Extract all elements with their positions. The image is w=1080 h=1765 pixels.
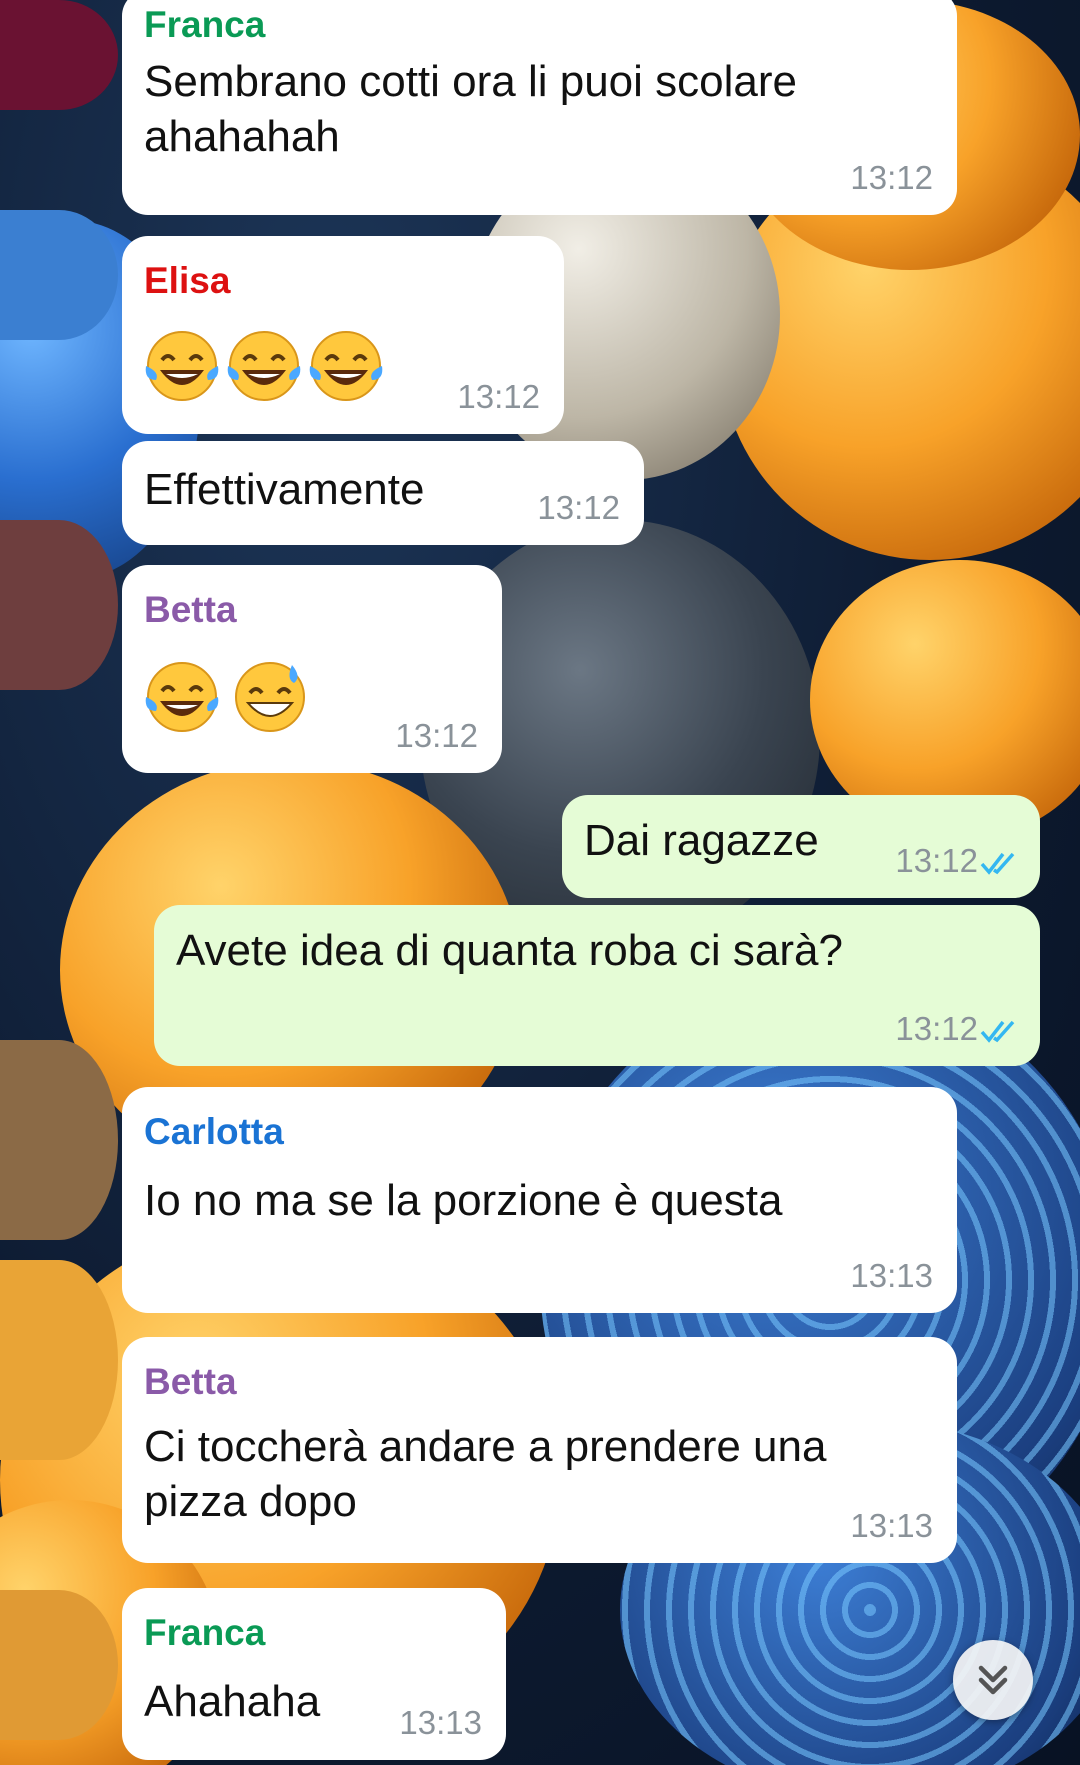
sender-name[interactable]: Betta bbox=[144, 1361, 237, 1403]
message-text: Effettivamente bbox=[144, 465, 425, 514]
double-chevron-down-icon bbox=[978, 1665, 1008, 1695]
message-timestamp: 13:13 bbox=[850, 1257, 933, 1294]
avatar[interactable] bbox=[0, 210, 118, 340]
face-with-tears-of-joy-icon bbox=[227, 331, 301, 401]
message-text: Io no ma se la porzione è questa bbox=[144, 1176, 783, 1225]
avatar[interactable] bbox=[0, 1260, 118, 1460]
message-text: Dai ragazze bbox=[584, 816, 819, 865]
double-check-read-icon bbox=[980, 852, 1015, 875]
message-text: Ci toccherà andare a prendere una pizza … bbox=[144, 1422, 827, 1526]
message-timestamp: 13:12 bbox=[895, 1010, 978, 1047]
message-timestamp: 13:12 bbox=[850, 159, 933, 196]
message-timestamp: 13:13 bbox=[399, 1704, 482, 1741]
avatar[interactable] bbox=[0, 520, 118, 690]
sender-name[interactable]: Franca bbox=[144, 4, 265, 46]
message-timestamp: 13:12 bbox=[457, 378, 540, 415]
emoji-row bbox=[142, 657, 310, 737]
sender-name[interactable]: Elisa bbox=[144, 260, 230, 302]
sender-name[interactable]: Betta bbox=[144, 589, 237, 631]
message-bubble-outgoing[interactable]: Avete idea di quanta roba ci sarà? 13:12 bbox=[154, 905, 1040, 1066]
message-bubble-incoming[interactable]: Franca Ahahaha 13:13 bbox=[122, 1588, 506, 1760]
message-text: Sembrano cotti ora li puoi scolare ahaha… bbox=[144, 57, 797, 161]
message-bubble-incoming[interactable]: Betta Ci toccherà andare a prendere una … bbox=[122, 1337, 957, 1563]
message-text: Ahahaha bbox=[144, 1677, 321, 1726]
message-timestamp: 13:12 bbox=[537, 489, 620, 526]
face-with-tears-of-joy-icon bbox=[145, 331, 219, 401]
message-bubble-incoming[interactable]: Elisa 13:12 bbox=[122, 236, 564, 434]
sender-name[interactable]: Carlotta bbox=[144, 1111, 284, 1153]
face-with-tears-of-joy-icon bbox=[309, 331, 383, 401]
face-with-tears-of-joy-icon bbox=[145, 662, 219, 732]
scroll-to-bottom-button[interactable] bbox=[953, 1640, 1033, 1720]
sender-name[interactable]: Franca bbox=[144, 1612, 265, 1654]
grinning-face-with-sweat-icon bbox=[235, 662, 305, 732]
message-timestamp: 13:12 bbox=[395, 717, 478, 754]
avatar[interactable] bbox=[0, 1040, 118, 1240]
message-text: Avete idea di quanta roba ci sarà? bbox=[176, 926, 843, 975]
message-bubble-outgoing[interactable]: Dai ragazze 13:12 bbox=[562, 795, 1040, 898]
message-timestamp: 13:13 bbox=[850, 1507, 933, 1544]
avatar[interactable] bbox=[0, 1590, 118, 1740]
message-bubble-incoming[interactable]: Effettivamente 13:12 bbox=[122, 441, 644, 545]
double-check-read-icon bbox=[980, 1020, 1015, 1043]
emoji-row bbox=[142, 326, 386, 406]
message-bubble-incoming[interactable]: Carlotta Io no ma se la porzione è quest… bbox=[122, 1087, 957, 1313]
message-bubble-incoming[interactable]: Betta 13:12 bbox=[122, 565, 502, 773]
message-timestamp: 13:12 bbox=[895, 842, 978, 879]
avatar[interactable] bbox=[0, 0, 118, 110]
message-bubble-incoming[interactable]: Franca Sembrano cotti ora li puoi scolar… bbox=[122, 0, 957, 215]
